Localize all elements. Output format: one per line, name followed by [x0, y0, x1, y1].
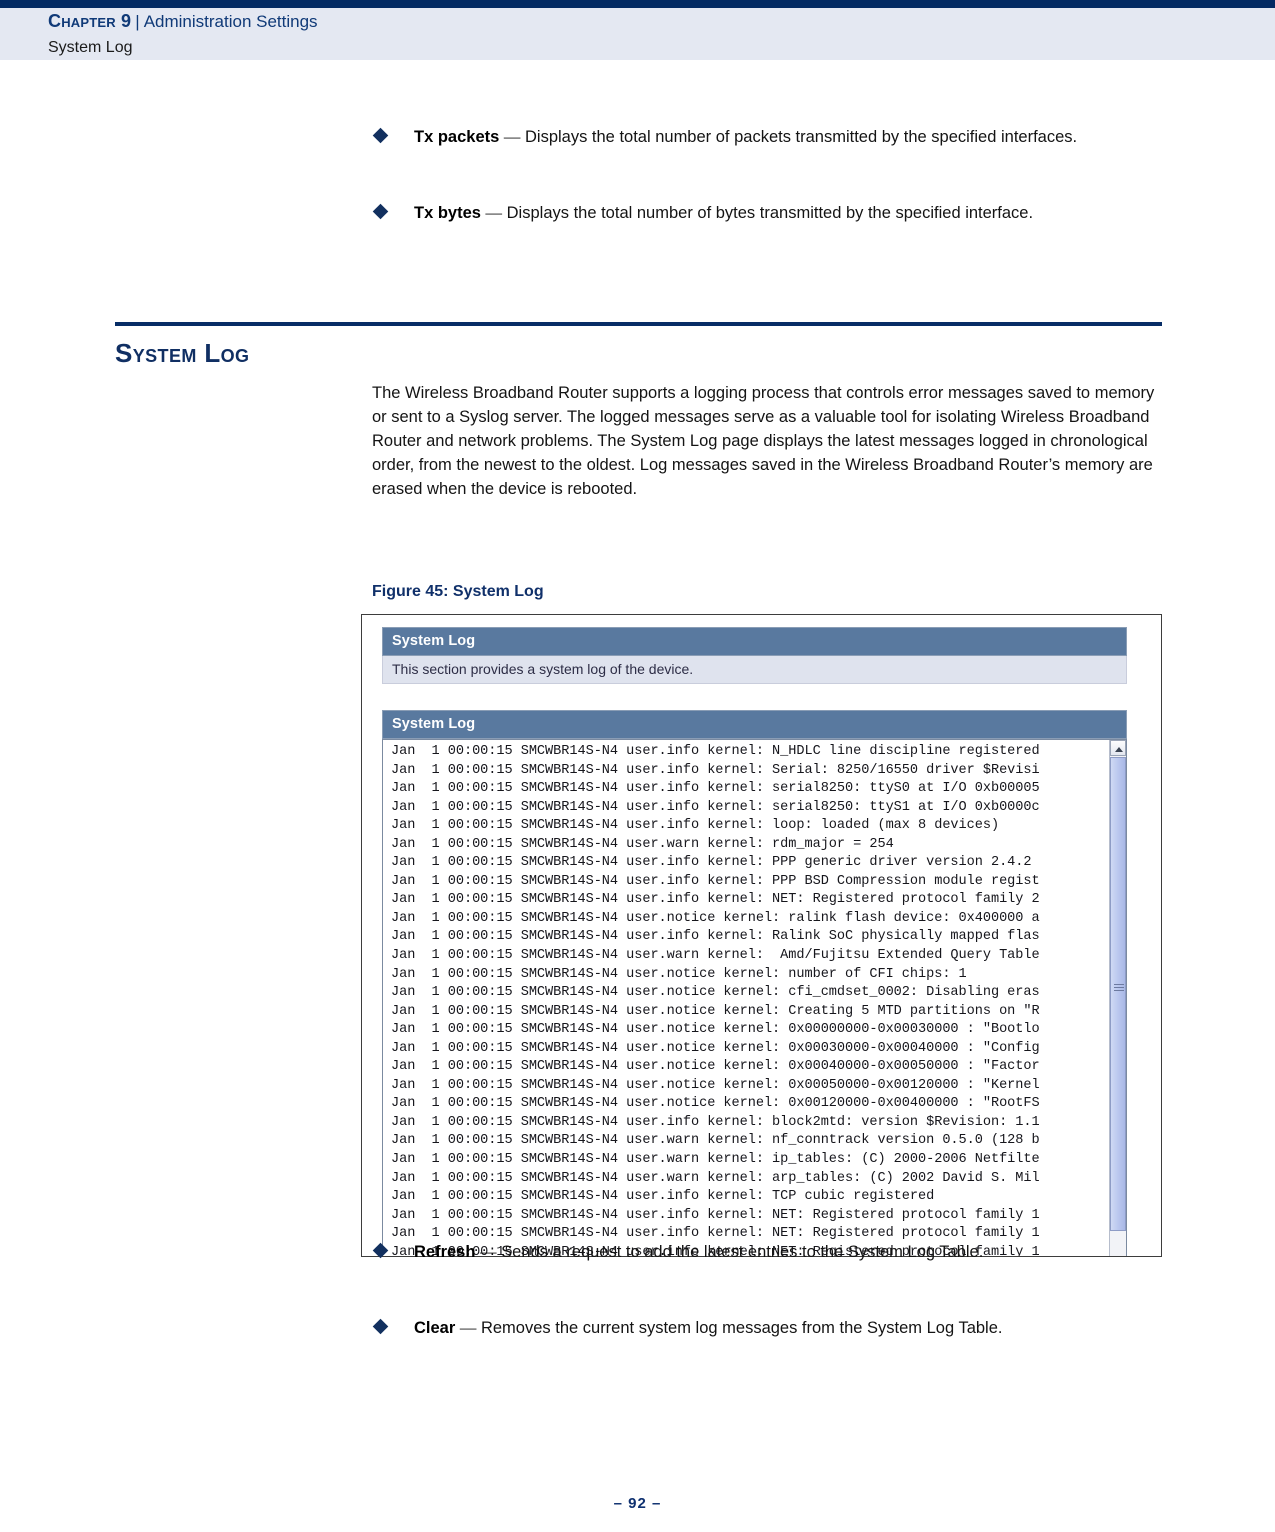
- scroll-up-button[interactable]: [1110, 740, 1126, 756]
- log-line: Jan 1 00:00:15 SMCWBR14S-N4 user.notice …: [391, 1022, 1040, 1038]
- figure-inner: System Log This section provides a syste…: [382, 627, 1127, 1256]
- header-top-rule: [0, 0, 1275, 8]
- log-line: Jan 1 00:00:15 SMCWBR14S-N4 user.notice …: [391, 1059, 1040, 1075]
- system-log-textarea[interactable]: Jan 1 00:00:15 SMCWBR14S-N4 user.info ke…: [382, 739, 1127, 1256]
- log-line: Jan 1 00:00:15 SMCWBR14S-N4 user.info ke…: [391, 1114, 1040, 1130]
- log-scrollbar[interactable]: [1109, 740, 1126, 1256]
- panel-header-log-table: System Log: [382, 710, 1127, 739]
- log-line: Jan 1 00:00:15 SMCWBR14S-N4 user.notice …: [391, 1003, 1040, 1019]
- log-line: Jan 1 00:00:15 SMCWBR14S-N4 user.info ke…: [391, 762, 1040, 778]
- log-line: Jan 1 00:00:15 SMCWBR14S-N4 user.info ke…: [391, 818, 1000, 834]
- scrollbar-grip-icon: [1114, 984, 1124, 991]
- list-item: Tx bytes — Displays the total number of …: [372, 201, 1172, 226]
- list-item-description: Displays the total number of packets tra…: [524, 128, 1078, 146]
- panel-spacer: [382, 684, 1127, 710]
- panel-header-system-log: System Log: [382, 627, 1127, 656]
- log-line: Jan 1 00:00:15 SMCWBR14S-N4 user.info ke…: [391, 781, 1040, 797]
- log-line: Jan 1 00:00:15 SMCWBR14S-N4 user.warn ke…: [391, 1152, 1040, 1168]
- list-item-dash: —: [503, 127, 521, 146]
- diamond-bullet-icon: [372, 1318, 389, 1335]
- diamond-bullet-icon: [372, 127, 389, 144]
- list-item-term: Clear: [414, 1319, 456, 1337]
- log-line: Jan 1 00:00:15 SMCWBR14S-N4 user.notice …: [391, 1096, 1040, 1112]
- diamond-bullet-icon: [372, 203, 389, 220]
- page-footer: – 92 –: [613, 1495, 662, 1512]
- log-line: Jan 1 00:00:15 SMCWBR14S-N4 user.info ke…: [391, 1207, 1040, 1223]
- section-paragraph: The Wireless Broadband Router supports a…: [372, 384, 1155, 498]
- clear-bullet-block: Clear — Removes the current system log m…: [372, 1316, 1172, 1341]
- section-divider: [115, 322, 1162, 326]
- tx-bytes-bullet-block: Tx bytes — Displays the total number of …: [372, 201, 1172, 226]
- running-subtitle: System Log: [48, 38, 133, 56]
- list-item: Clear — Removes the current system log m…: [372, 1316, 1172, 1341]
- panel-description: This section provides a system log of th…: [382, 656, 1127, 684]
- chevron-up-icon: [1115, 747, 1123, 752]
- log-lines-container: Jan 1 00:00:15 SMCWBR14S-N4 user.info ke…: [383, 740, 1111, 1256]
- list-item-description: Sends a request to add the latest entrie…: [501, 1243, 984, 1261]
- log-line: Jan 1 00:00:15 SMCWBR14S-N4 user.info ke…: [391, 799, 1040, 815]
- refresh-bullet-block: Refresh — Sends a request to add the lat…: [372, 1240, 1172, 1265]
- list-item: Tx packets — Displays the total number o…: [372, 125, 1172, 150]
- list-item-term: Tx bytes: [414, 204, 481, 222]
- list-item: Refresh — Sends a request to add the lat…: [372, 1240, 1172, 1265]
- log-line: Jan 1 00:00:15 SMCWBR14S-N4 user.warn ke…: [391, 948, 1040, 964]
- list-item-dash: —: [459, 1318, 477, 1337]
- list-item-description: Removes the current system log messages …: [480, 1319, 1003, 1337]
- log-line: Jan 1 00:00:15 SMCWBR14S-N4 user.info ke…: [391, 873, 1040, 889]
- page-title: System Log: [115, 338, 250, 368]
- log-line: Jan 1 00:00:15 SMCWBR14S-N4 user.warn ke…: [391, 1133, 1040, 1149]
- chapter-title: Administration Settings: [143, 12, 318, 31]
- log-line: Jan 1 00:00:15 SMCWBR14S-N4 user.warn ke…: [391, 836, 894, 852]
- list-item-term: Refresh: [414, 1243, 476, 1261]
- log-line: Jan 1 00:00:15 SMCWBR14S-N4 user.info ke…: [391, 1189, 935, 1205]
- log-line: Jan 1 00:00:15 SMCWBR14S-N4 user.notice …: [391, 1077, 1040, 1093]
- figure-screenshot: System Log This section provides a syste…: [361, 614, 1162, 1257]
- list-item-dash: —: [485, 203, 503, 222]
- log-line: Jan 1 00:00:15 SMCWBR14S-N4 user.info ke…: [391, 744, 1040, 759]
- log-line: Jan 1 00:00:15 SMCWBR14S-N4 user.warn ke…: [391, 1170, 1040, 1186]
- list-item-dash: —: [480, 1242, 497, 1261]
- header-text-group: Chapter 9 | Administration Settings System…: [48, 9, 318, 59]
- tx-packets-bullet-block: Tx packets — Displays the total number o…: [372, 125, 1172, 150]
- log-line: Jan 1 00:00:15 SMCWBR14S-N4 user.info ke…: [391, 855, 1032, 871]
- diamond-bullet-icon: [372, 1242, 389, 1259]
- log-line: Jan 1 00:00:15 SMCWBR14S-N4 user.info ke…: [391, 929, 1040, 945]
- log-line: Jan 1 00:00:15 SMCWBR14S-N4 user.notice …: [391, 985, 1040, 1001]
- running-header: Chapter 9 | Administration Settings System…: [0, 0, 1275, 60]
- breadcrumb-separator: |: [135, 12, 140, 31]
- chapter-label: Chapter 9: [48, 11, 132, 31]
- log-line: Jan 1 00:00:15 SMCWBR14S-N4 user.notice …: [391, 910, 1040, 926]
- breadcrumb: Chapter 9 | Administration Settings: [48, 9, 318, 35]
- list-item-description: Displays the total number of bytes trans…: [506, 204, 1034, 222]
- list-item-term: Tx packets: [414, 128, 500, 146]
- log-line: Jan 1 00:00:15 SMCWBR14S-N4 user.notice …: [391, 1040, 1040, 1056]
- figure-caption: Figure 45: System Log: [372, 583, 544, 600]
- log-line: Jan 1 00:00:15 SMCWBR14S-N4 user.notice …: [391, 966, 967, 982]
- log-line: Jan 1 00:00:15 SMCWBR14S-N4 user.info ke…: [391, 892, 1040, 908]
- scrollbar-thumb[interactable]: [1110, 757, 1126, 1231]
